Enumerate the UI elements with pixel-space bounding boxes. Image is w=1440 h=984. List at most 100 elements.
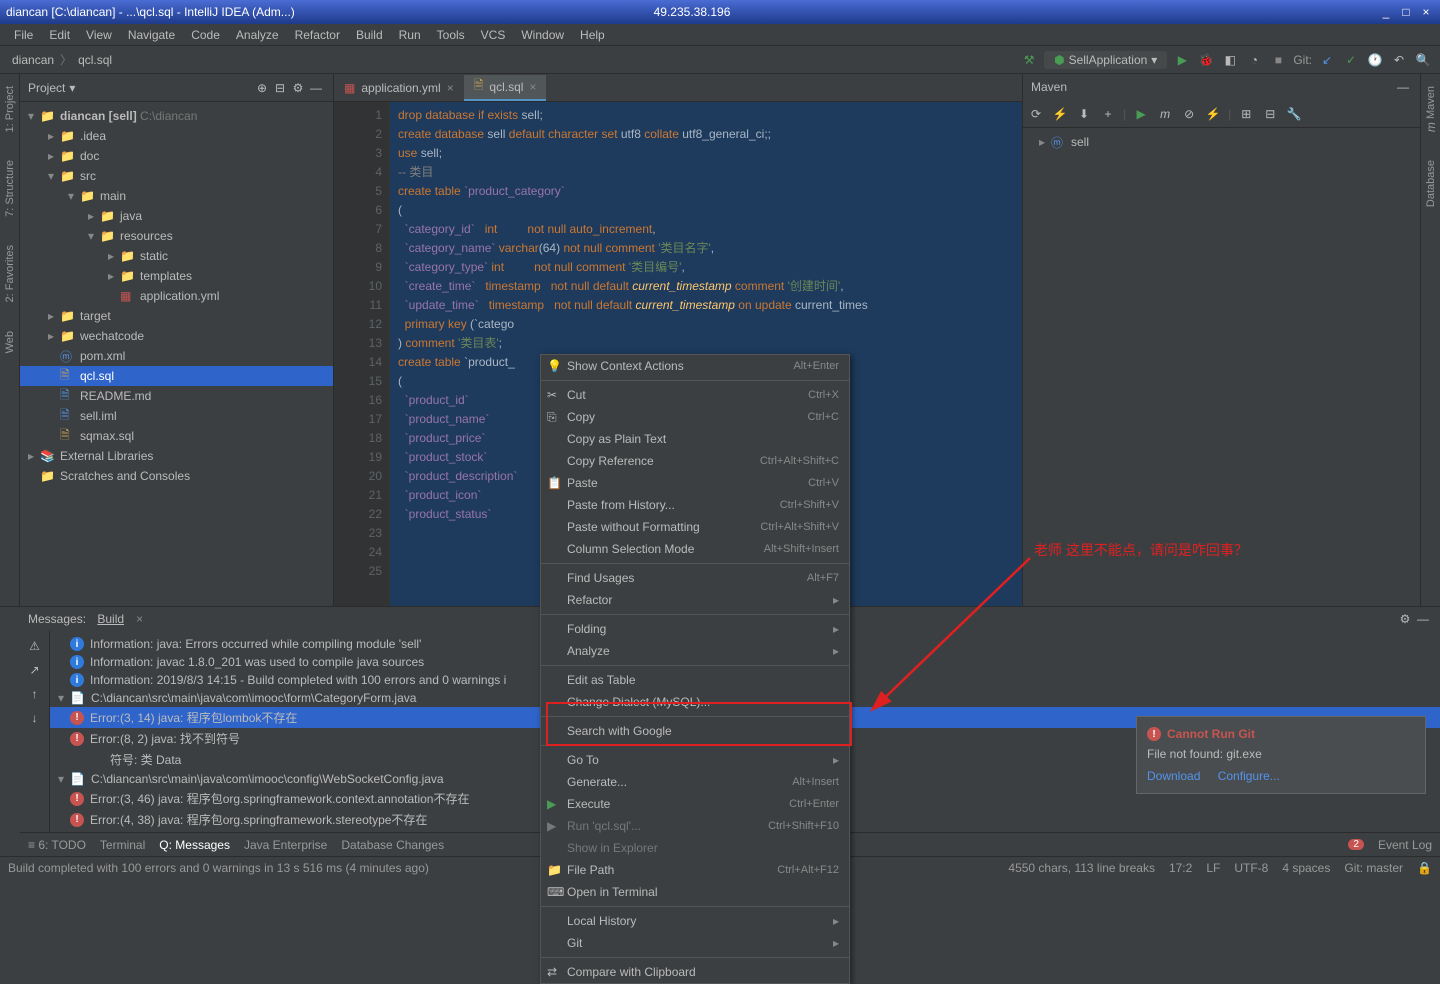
tree-app-yml[interactable]: ▦application.yml bbox=[20, 286, 333, 306]
close-icon[interactable]: × bbox=[447, 81, 454, 95]
skip-icon[interactable]: ⊘ bbox=[1180, 105, 1198, 123]
git-revert-icon[interactable]: ↶ bbox=[1390, 51, 1408, 69]
line-separator[interactable]: LF bbox=[1206, 861, 1220, 875]
menu-window[interactable]: Window bbox=[513, 26, 572, 44]
ctx-generate-[interactable]: Generate...Alt+Insert bbox=[541, 771, 849, 793]
next-icon[interactable]: ↓ bbox=[26, 709, 44, 727]
event-count-badge[interactable]: 2 bbox=[1348, 839, 1364, 850]
ctx-go-to[interactable]: Go To▸ bbox=[541, 749, 849, 771]
lock-icon[interactable]: 🔒 bbox=[1417, 861, 1432, 875]
menu-run[interactable]: Run bbox=[391, 26, 429, 44]
download-link[interactable]: Download bbox=[1147, 769, 1200, 783]
git-commit-icon[interactable]: ✓ bbox=[1342, 51, 1360, 69]
editor-tab-qcl-sql[interactable]: 🗎qcl.sql× bbox=[464, 75, 547, 101]
tree-sell-iml[interactable]: 🗎sell.iml bbox=[20, 406, 333, 426]
tree-doc[interactable]: ▸📁doc bbox=[20, 146, 333, 166]
java-enterprise-tab[interactable]: Java Enterprise bbox=[244, 838, 327, 852]
collapse-icon[interactable]: ⊟ bbox=[1261, 105, 1279, 123]
project-tree[interactable]: ▾📁diancan [sell] C:\diancan ▸📁.idea ▸📁do… bbox=[20, 102, 333, 606]
ctx-local-history[interactable]: Local History▸ bbox=[541, 910, 849, 932]
database-tool-button[interactable]: Database bbox=[1425, 156, 1437, 211]
maven-root[interactable]: ▸ⓜsell bbox=[1031, 132, 1412, 152]
tree-pom[interactable]: ⓜpom.xml bbox=[20, 346, 333, 366]
ctx-change-dialect-mysql-[interactable]: Change Dialect (MySQL)... bbox=[541, 691, 849, 713]
menu-view[interactable]: View bbox=[78, 26, 120, 44]
tree-scratches[interactable]: 📁Scratches and Consoles bbox=[20, 466, 333, 486]
ctx-copy-reference[interactable]: Copy ReferenceCtrl+Alt+Shift+C bbox=[541, 450, 849, 472]
offline-icon[interactable]: ⚡ bbox=[1204, 105, 1222, 123]
menu-code[interactable]: Code bbox=[183, 26, 228, 44]
ctx-open-in-terminal[interactable]: ⌨Open in Terminal bbox=[541, 881, 849, 903]
todo-tab[interactable]: ≡ 6: TODO bbox=[28, 838, 86, 852]
ctx-cut[interactable]: ✂CutCtrl+X bbox=[541, 384, 849, 406]
menu-edit[interactable]: Edit bbox=[41, 26, 78, 44]
minimize-icon[interactable]: _ bbox=[1378, 5, 1394, 19]
ctx-execute[interactable]: ▶ExecuteCtrl+Enter bbox=[541, 793, 849, 815]
terminal-tab[interactable]: Terminal bbox=[100, 838, 145, 852]
menu-build[interactable]: Build bbox=[348, 26, 391, 44]
structure-tool-button[interactable]: 7: Structure bbox=[4, 156, 16, 221]
profile-icon[interactable]: ◔ bbox=[1245, 51, 1263, 69]
ctx-paste-from-history-[interactable]: Paste from History...Ctrl+Shift+V bbox=[541, 494, 849, 516]
breadcrumb-root[interactable]: diancan bbox=[8, 53, 58, 67]
tree-resources[interactable]: ▾📁resources bbox=[20, 226, 333, 246]
menu-refactor[interactable]: Refactor bbox=[287, 26, 348, 44]
ctx-column-selection-mode[interactable]: Column Selection ModeAlt+Shift+Insert bbox=[541, 538, 849, 560]
encoding[interactable]: UTF-8 bbox=[1234, 861, 1268, 875]
export-icon[interactable]: ↗ bbox=[26, 661, 44, 679]
ctx-find-usages[interactable]: Find UsagesAlt+F7 bbox=[541, 567, 849, 589]
gear-icon[interactable]: ⚙ bbox=[289, 79, 307, 97]
ctx-file-path[interactable]: 📁File PathCtrl+Alt+F12 bbox=[541, 859, 849, 881]
git-update-icon[interactable]: ↙ bbox=[1318, 51, 1336, 69]
tree-wechatcode[interactable]: ▸📁wechatcode bbox=[20, 326, 333, 346]
stop-icon[interactable]: ■ bbox=[1269, 51, 1287, 69]
tree-static[interactable]: ▸📁static bbox=[20, 246, 333, 266]
tree-root[interactable]: ▾📁diancan [sell] C:\diancan bbox=[20, 106, 333, 126]
messages-tab[interactable]: Q: Messages bbox=[159, 838, 230, 852]
download-icon[interactable]: ⬇ bbox=[1075, 105, 1093, 123]
generate-icon[interactable]: ⚡ bbox=[1051, 105, 1069, 123]
ctx-copy-as-plain-text[interactable]: Copy as Plain Text bbox=[541, 428, 849, 450]
menu-navigate[interactable]: Navigate bbox=[120, 26, 183, 44]
ctx-paste-without-formatting[interactable]: Paste without FormattingCtrl+Alt+Shift+V bbox=[541, 516, 849, 538]
sync-icon[interactable]: ⊕ bbox=[253, 79, 271, 97]
tree-sqmax[interactable]: 🗎sqmax.sql bbox=[20, 426, 333, 446]
prev-icon[interactable]: ↑ bbox=[26, 685, 44, 703]
event-log-tab[interactable]: Event Log bbox=[1378, 838, 1432, 852]
gear-icon[interactable]: ⚙ bbox=[1396, 610, 1414, 628]
db-changes-tab[interactable]: Database Changes bbox=[341, 838, 444, 852]
web-tool-button[interactable]: Web bbox=[4, 327, 16, 357]
tree-target[interactable]: ▸📁target bbox=[20, 306, 333, 326]
tree-readme[interactable]: 🗎README.md bbox=[20, 386, 333, 406]
indent[interactable]: 4 spaces bbox=[1282, 861, 1330, 875]
tree-main[interactable]: ▾📁main bbox=[20, 186, 333, 206]
tree-idea[interactable]: ▸📁.idea bbox=[20, 126, 333, 146]
git-history-icon[interactable]: 🕐 bbox=[1366, 51, 1384, 69]
ctx-paste[interactable]: 📋PasteCtrl+V bbox=[541, 472, 849, 494]
ctx-analyze[interactable]: Analyze▸ bbox=[541, 640, 849, 662]
refresh-icon[interactable]: ⟳ bbox=[1027, 105, 1045, 123]
coverage-icon[interactable]: ◧ bbox=[1221, 51, 1239, 69]
show-deps-icon[interactable]: ⊞ bbox=[1237, 105, 1255, 123]
m-icon[interactable]: m bbox=[1156, 105, 1174, 123]
tree-java[interactable]: ▸📁java bbox=[20, 206, 333, 226]
tree-ext-lib[interactable]: ▸📚External Libraries bbox=[20, 446, 333, 466]
tree-templates[interactable]: ▸📁templates bbox=[20, 266, 333, 286]
project-tool-button[interactable]: 1: Project bbox=[4, 82, 16, 136]
ctx-show-context-actions[interactable]: 💡Show Context ActionsAlt+Enter bbox=[541, 355, 849, 377]
ctx-folding[interactable]: Folding▸ bbox=[541, 618, 849, 640]
menu-analyze[interactable]: Analyze bbox=[228, 26, 287, 44]
editor-tab-app-yml[interactable]: ▦application.yml× bbox=[334, 75, 464, 101]
cursor-position[interactable]: 17:2 bbox=[1169, 861, 1192, 875]
hide-icon[interactable]: — bbox=[1394, 78, 1412, 96]
debug-icon[interactable]: 🐞 bbox=[1197, 51, 1215, 69]
add-icon[interactable]: + bbox=[1099, 105, 1117, 123]
configure-link[interactable]: Configure... bbox=[1218, 769, 1280, 783]
breadcrumb-file[interactable]: qcl.sql bbox=[74, 53, 116, 67]
tree-src[interactable]: ▾📁src bbox=[20, 166, 333, 186]
maven-tool-button[interactable]: m Maven bbox=[1424, 82, 1438, 136]
menu-vcs[interactable]: VCS bbox=[473, 26, 514, 44]
close-icon[interactable]: × bbox=[529, 80, 536, 94]
tree-qcl-sql[interactable]: 🗎qcl.sql bbox=[20, 366, 333, 386]
menu-file[interactable]: File bbox=[6, 26, 41, 44]
